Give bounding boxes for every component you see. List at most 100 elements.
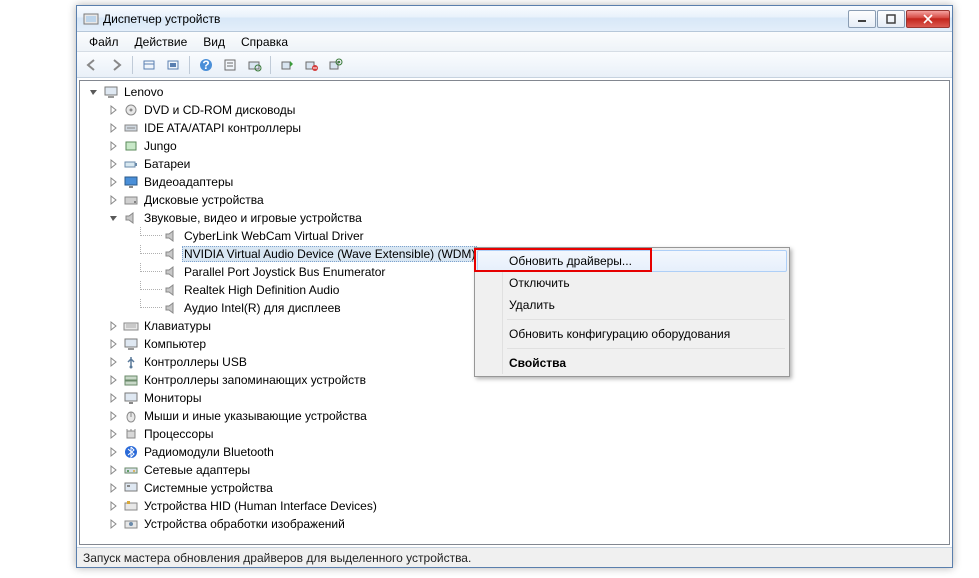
category-icon xyxy=(123,390,139,406)
tree-category-label: Видеоадаптеры xyxy=(142,174,235,190)
category-icon xyxy=(123,318,139,334)
tree-category-label: Звуковые, видео и игровые устройства xyxy=(142,210,364,226)
app-icon xyxy=(83,11,99,27)
expander-open-icon[interactable] xyxy=(108,212,120,224)
expander-closed-icon[interactable] xyxy=(108,482,120,494)
ctx-disable[interactable]: Отключить xyxy=(477,272,787,294)
sound-icon xyxy=(163,264,179,280)
category-icon xyxy=(123,336,139,352)
window-title: Диспетчер устройств xyxy=(103,12,847,26)
tree-category[interactable]: Видеоадаптеры xyxy=(80,173,949,191)
tree-connector xyxy=(140,227,162,236)
properties-button[interactable] xyxy=(219,54,241,76)
category-icon xyxy=(123,516,139,532)
tree-category-label: Контроллеры USB xyxy=(142,354,249,370)
tree-category[interactable]: Устройства HID (Human Interface Devices) xyxy=(80,497,949,515)
expander-closed-icon[interactable] xyxy=(108,122,120,134)
forward-button[interactable] xyxy=(105,54,127,76)
category-icon xyxy=(123,372,139,388)
sound-icon xyxy=(163,246,179,262)
menubar: Файл Действие Вид Справка xyxy=(77,32,952,52)
tree-category-label: DVD и CD-ROM дисководы xyxy=(142,102,297,118)
tree-category[interactable]: Системные устройства xyxy=(80,479,949,497)
tree-category[interactable]: IDE ATA/ATAPI контроллеры xyxy=(80,119,949,137)
menu-help[interactable]: Справка xyxy=(233,33,296,51)
tree-category-label: IDE ATA/ATAPI контроллеры xyxy=(142,120,303,136)
tree-device[interactable]: CyberLink WebCam Virtual Driver xyxy=(80,227,949,245)
expander-open-icon[interactable] xyxy=(88,86,100,98)
tree-category[interactable]: Сетевые адаптеры xyxy=(80,461,949,479)
tree-category[interactable]: Jungo xyxy=(80,137,949,155)
expander-closed-icon[interactable] xyxy=(108,176,120,188)
ctx-update-drivers[interactable]: Обновить драйверы... xyxy=(477,250,787,272)
disable-button[interactable] xyxy=(300,54,322,76)
tree-category[interactable]: Дисковые устройства xyxy=(80,191,949,209)
sound-icon xyxy=(163,228,179,244)
expander-closed-icon[interactable] xyxy=(108,500,120,512)
category-icon xyxy=(123,462,139,478)
sound-icon xyxy=(163,300,179,316)
tree-category[interactable]: Мыши и иные указывающие устройства xyxy=(80,407,949,425)
tree-category[interactable]: Устройства обработки изображений xyxy=(80,515,949,533)
expander-closed-icon[interactable] xyxy=(108,356,120,368)
expander-closed-icon[interactable] xyxy=(108,374,120,386)
show-hidden-button[interactable] xyxy=(138,54,160,76)
toolbar: ? xyxy=(77,52,952,78)
expander-closed-icon[interactable] xyxy=(108,464,120,476)
tree-category[interactable]: Процессоры xyxy=(80,425,949,443)
back-button[interactable] xyxy=(81,54,103,76)
scan-button[interactable] xyxy=(243,54,265,76)
expander-closed-icon[interactable] xyxy=(108,428,120,440)
tree-category[interactable]: Батареи xyxy=(80,155,949,173)
ctx-delete[interactable]: Удалить xyxy=(477,294,787,316)
category-icon xyxy=(123,426,139,442)
titlebar: Диспетчер устройств xyxy=(77,6,952,32)
menu-action[interactable]: Действие xyxy=(127,33,196,51)
context-menu-separator xyxy=(507,348,785,349)
svg-text:?: ? xyxy=(202,58,209,72)
tree-category-label: Компьютер xyxy=(142,336,208,352)
tree-connector xyxy=(140,245,162,254)
minimize-button[interactable] xyxy=(848,10,876,28)
help-button[interactable]: ? xyxy=(195,54,217,76)
category-icon xyxy=(123,210,139,226)
toolbar-separator xyxy=(189,56,190,74)
uninstall-button[interactable] xyxy=(324,54,346,76)
toolbar-separator xyxy=(132,56,133,74)
expander-closed-icon[interactable] xyxy=(108,140,120,152)
expander-closed-icon[interactable] xyxy=(108,446,120,458)
tree-category[interactable]: Радиомодули Bluetooth xyxy=(80,443,949,461)
tree-category[interactable]: Звуковые, видео и игровые устройства xyxy=(80,209,949,227)
ctx-properties[interactable]: Свойства xyxy=(477,352,787,374)
tree-category-label: Устройства HID (Human Interface Devices) xyxy=(142,498,379,514)
tree-category[interactable]: DVD и CD-ROM дисководы xyxy=(80,101,949,119)
category-icon xyxy=(123,102,139,118)
expander-closed-icon[interactable] xyxy=(108,338,120,350)
expander-closed-icon[interactable] xyxy=(108,194,120,206)
expander-closed-icon[interactable] xyxy=(108,320,120,332)
tree-category-label: Мыши и иные указывающие устройства xyxy=(142,408,369,424)
expander-closed-icon[interactable] xyxy=(108,104,120,116)
close-button[interactable] xyxy=(906,10,950,28)
tree-category-label: Устройства обработки изображений xyxy=(142,516,347,532)
tree-root-label: Lenovo xyxy=(122,84,165,100)
print-button[interactable] xyxy=(162,54,184,76)
context-menu-separator xyxy=(507,319,785,320)
expander-closed-icon[interactable] xyxy=(108,410,120,422)
tree-category-label: Системные устройства xyxy=(142,480,275,496)
ctx-rescan[interactable]: Обновить конфигурацию оборудования xyxy=(477,323,787,345)
menu-view[interactable]: Вид xyxy=(195,33,233,51)
tree-device-label: CyberLink WebCam Virtual Driver xyxy=(182,228,366,244)
expander-closed-icon[interactable] xyxy=(108,392,120,404)
category-icon xyxy=(123,444,139,460)
category-icon xyxy=(123,192,139,208)
maximize-button[interactable] xyxy=(877,10,905,28)
tree-device-label: Realtek High Definition Audio xyxy=(182,282,341,298)
expander-closed-icon[interactable] xyxy=(108,158,120,170)
update-driver-button[interactable] xyxy=(276,54,298,76)
sound-icon xyxy=(163,282,179,298)
menu-file[interactable]: Файл xyxy=(81,33,127,51)
tree-category[interactable]: Мониторы xyxy=(80,389,949,407)
expander-closed-icon[interactable] xyxy=(108,518,120,530)
tree-root[interactable]: Lenovo xyxy=(80,83,949,101)
